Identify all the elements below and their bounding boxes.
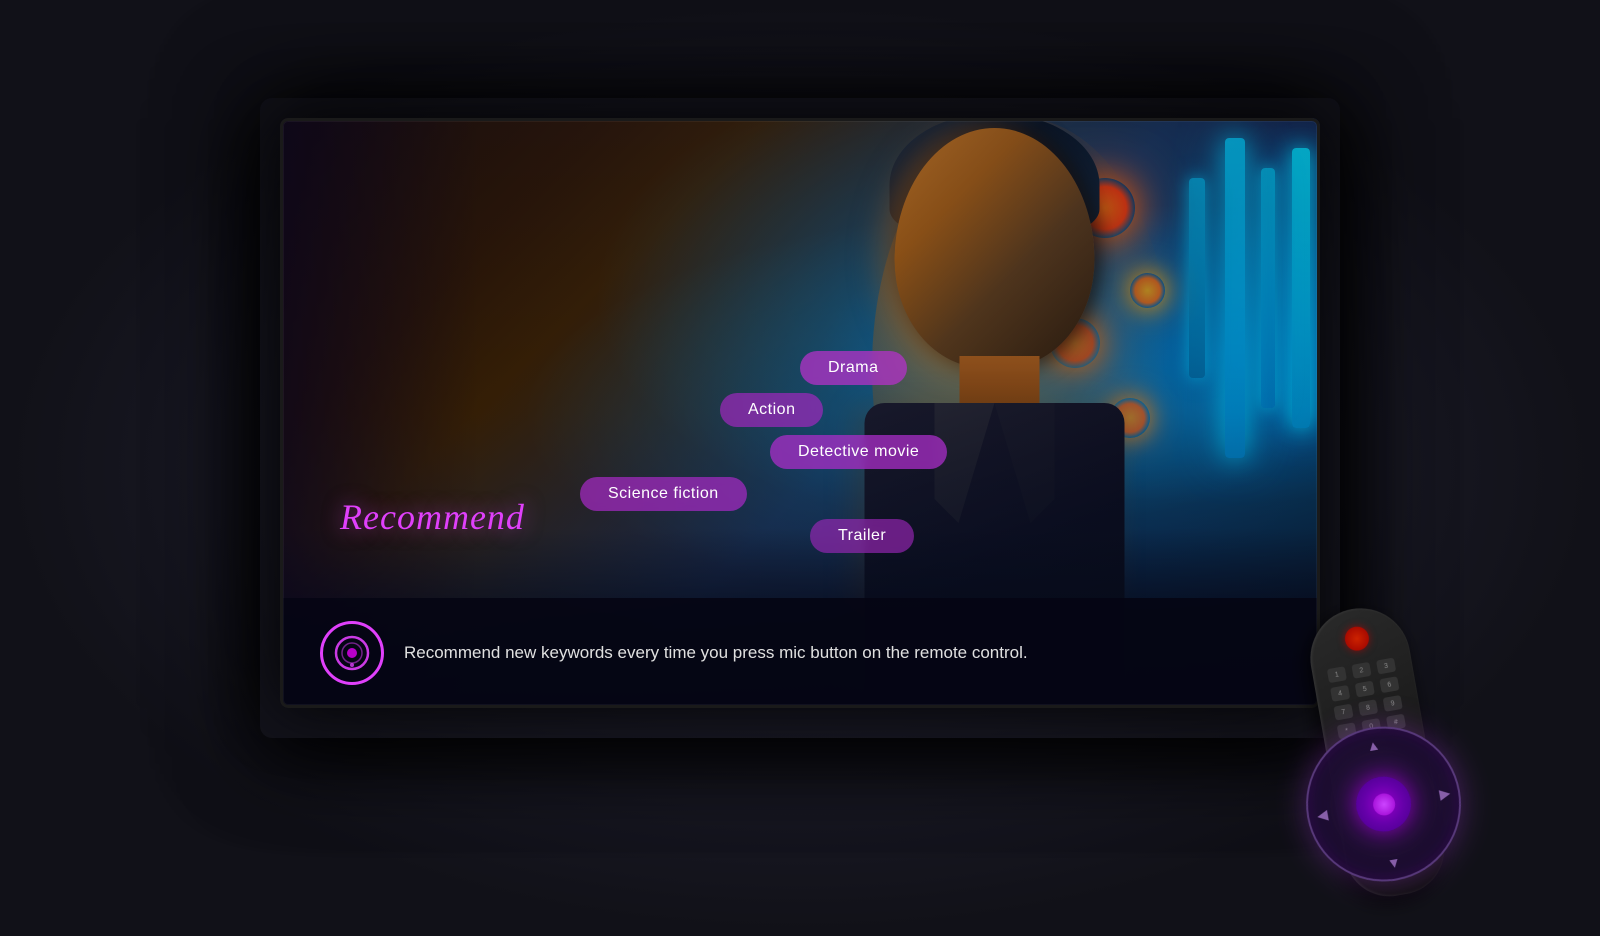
- tv-wrapper: Recommend Drama Action Detective movie S…: [280, 118, 1320, 818]
- magic-ring-wrapper: ▲ ▼ ◀ ▶: [1294, 713, 1479, 898]
- genre-tag-trailer[interactable]: Trailer: [810, 519, 914, 553]
- ring-arrow-left-icon: ◀: [1316, 806, 1330, 825]
- genre-tag-detective-movie[interactable]: Detective movie: [770, 435, 947, 469]
- genre-tags-container: Drama Action Detective movie Science fic…: [580, 351, 947, 553]
- remote-control: 1 2 3 4 5 6 7 8 9 * 0 # ▲ ▼ ◀ ▶: [1139, 507, 1481, 930]
- genre-tag-science-fiction[interactable]: Science fiction: [580, 477, 747, 511]
- mic-icon: [334, 635, 370, 671]
- remote-btn-8[interactable]: 8: [1358, 699, 1378, 716]
- remote-btn-7[interactable]: 7: [1333, 704, 1353, 721]
- genre-tag-row-detective: Detective movie: [580, 435, 947, 469]
- remote-power-button[interactable]: [1343, 625, 1371, 653]
- recommend-label: Recommend: [340, 496, 525, 538]
- remote-btn-2[interactable]: 2: [1351, 662, 1371, 679]
- remote-btn-4[interactable]: 4: [1330, 685, 1350, 702]
- remote-btn-1[interactable]: 1: [1327, 666, 1347, 683]
- magic-ring-center-button[interactable]: [1371, 791, 1396, 816]
- ring-arrow-down-icon: ▼: [1386, 854, 1402, 872]
- ring-arrow-right-icon: ▶: [1438, 784, 1452, 803]
- genre-tag-row-drama: Drama: [580, 351, 947, 385]
- bottom-instruction-text: Recommend new keywords every time you pr…: [404, 641, 1028, 665]
- genre-tag-action[interactable]: Action: [720, 393, 823, 427]
- remote-btn-9[interactable]: 9: [1383, 695, 1403, 712]
- mic-button[interactable]: [320, 621, 384, 685]
- genre-tag-row-action: Action: [580, 393, 947, 427]
- ring-arrow-up-icon: ▲: [1365, 736, 1381, 754]
- remote-btn-5[interactable]: 5: [1355, 681, 1375, 698]
- genre-tag-row-scifi: Science fiction: [580, 477, 947, 511]
- genre-tag-drama[interactable]: Drama: [800, 351, 907, 385]
- remote-btn-3[interactable]: 3: [1376, 658, 1396, 675]
- genre-tag-row-trailer: Trailer: [580, 519, 947, 553]
- remote-btn-6[interactable]: 6: [1379, 676, 1399, 693]
- magic-ring-outer[interactable]: ▲ ▼ ◀ ▶: [1294, 714, 1474, 894]
- magic-ring-inner[interactable]: [1352, 772, 1416, 836]
